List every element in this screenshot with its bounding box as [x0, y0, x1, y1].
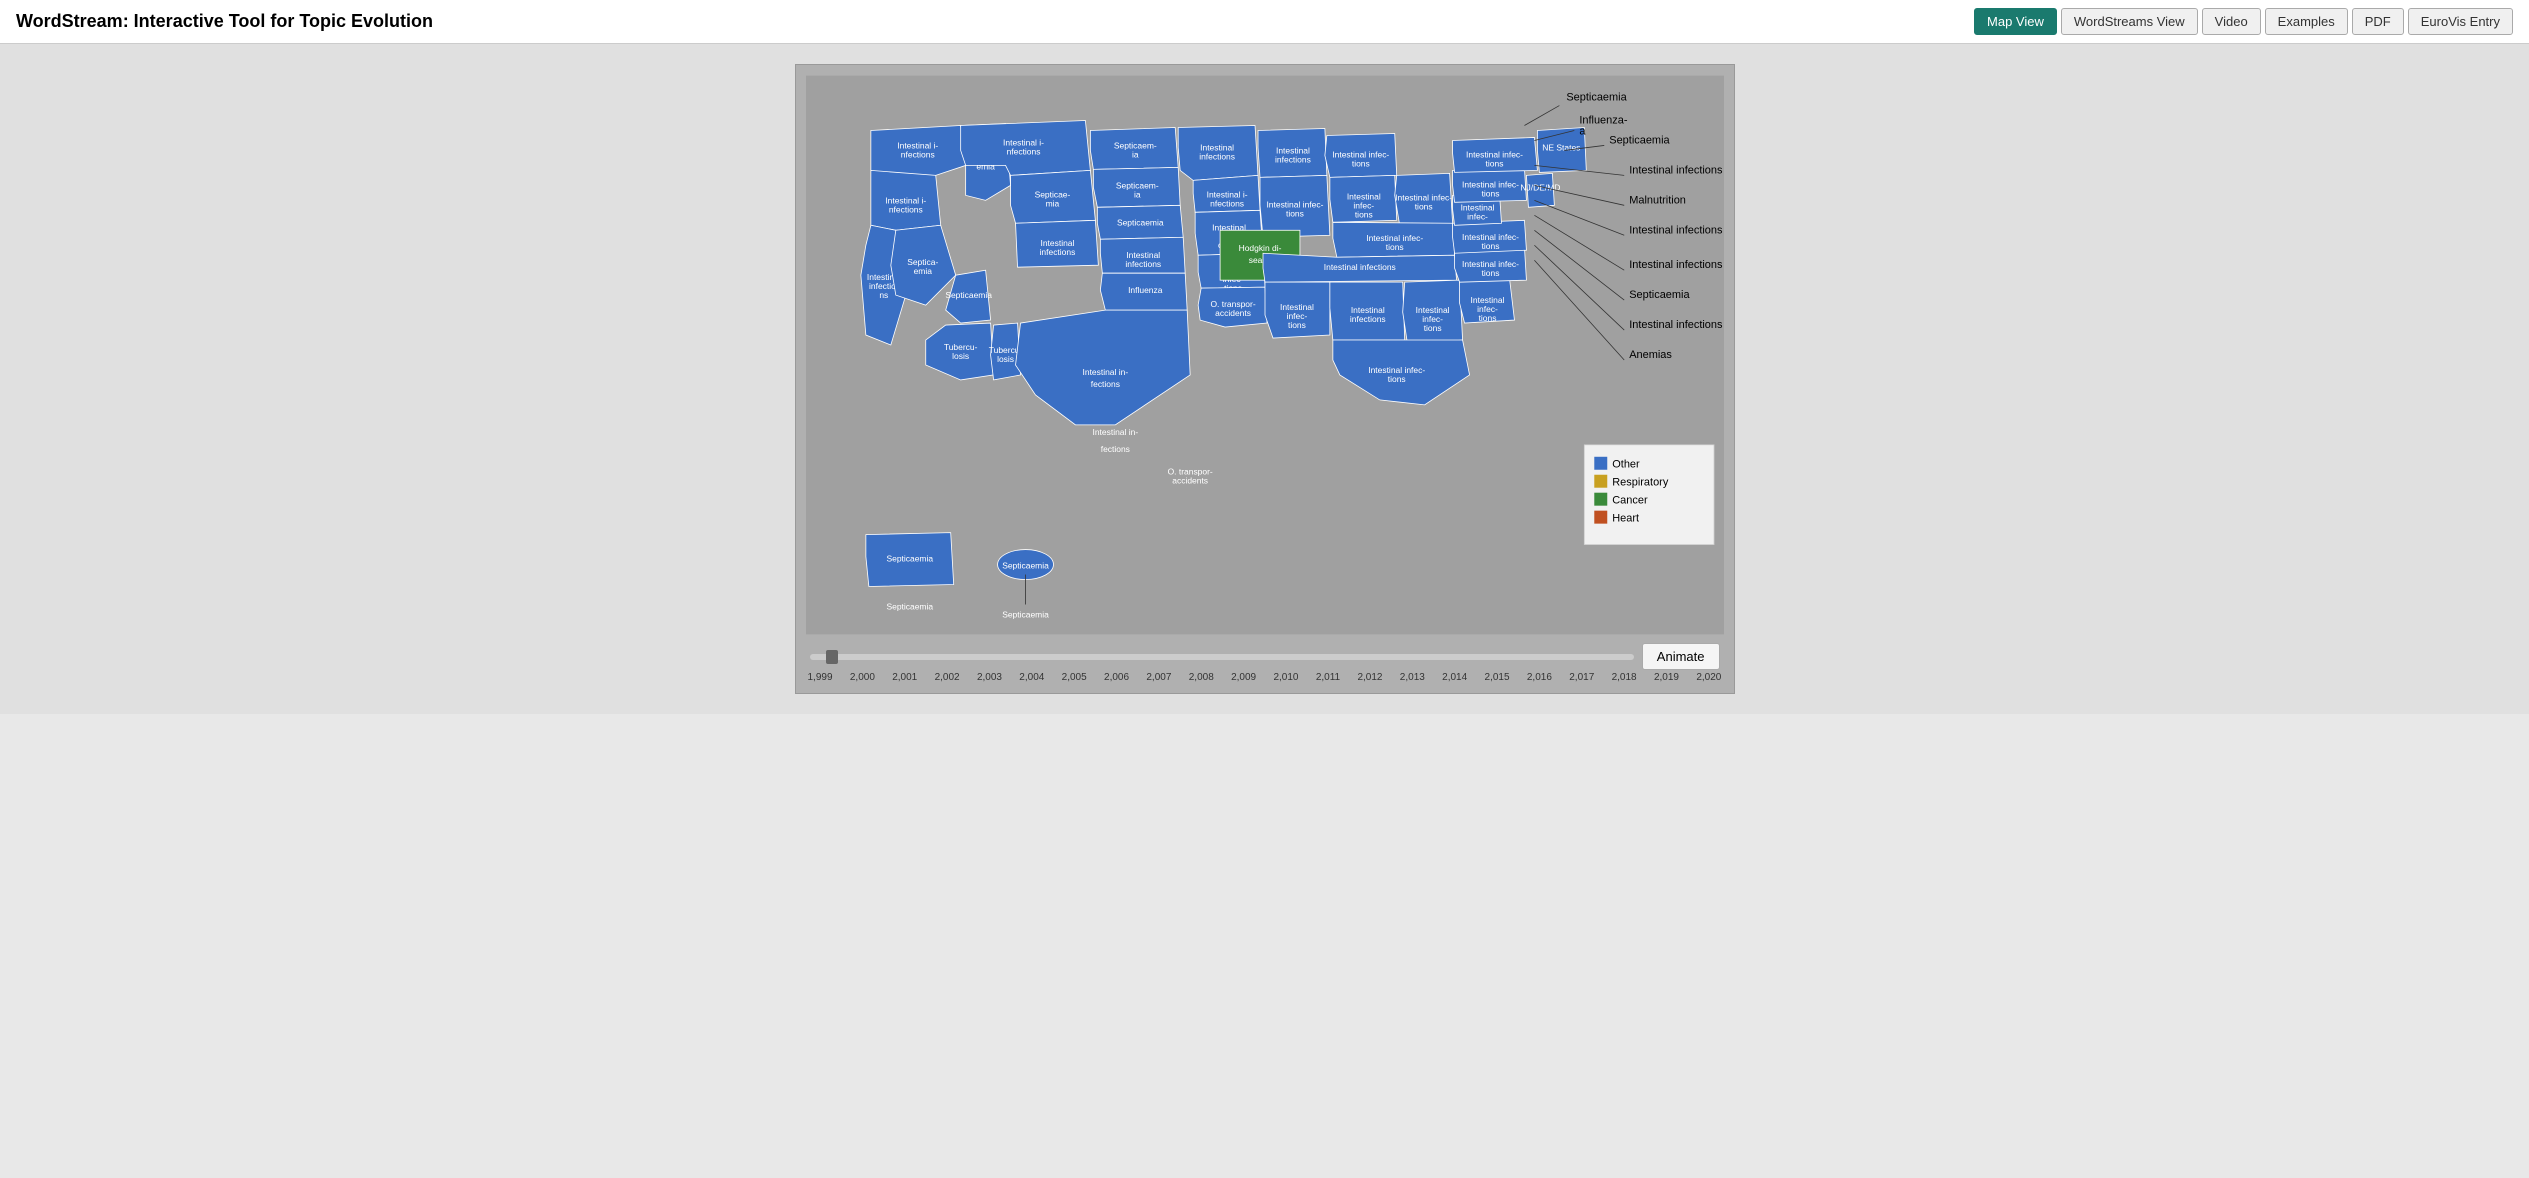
svg-text:Septicaemia: Septicaemia [1609, 134, 1670, 146]
year-label-6: 2,005 [1062, 672, 1087, 683]
year-label-8: 2,007 [1146, 672, 1171, 683]
svg-text:Intestinal infections: Intestinal infections [1629, 259, 1723, 271]
year-label-21: 2,020 [1696, 672, 1721, 683]
year-label-3: 2,002 [935, 672, 960, 683]
timeline-area: Animate [806, 643, 1724, 670]
nav-pdf[interactable]: PDF [2352, 8, 2404, 35]
svg-text:Influenza-: Influenza- [1579, 115, 1628, 127]
main-content: Intestinal i- nfections Intestinal i- nf… [0, 44, 2529, 714]
svg-text:Malnutrition: Malnutrition [1629, 194, 1686, 206]
nav-buttons: Map View WordStreams View Video Examples… [1974, 8, 2513, 35]
year-label-0: 1,999 [808, 672, 833, 683]
year-label-17: 2,016 [1527, 672, 1552, 683]
svg-text:Cancer: Cancer [1612, 495, 1648, 507]
nav-map-view[interactable]: Map View [1974, 8, 2057, 35]
year-label-18: 2,017 [1569, 672, 1594, 683]
us-map-svg: Intestinal i- nfections Intestinal i- nf… [806, 75, 1724, 635]
svg-text:Septicaemia: Septicaemia [1629, 289, 1690, 301]
page-title: WordStream: Interactive Tool for Topic E… [16, 11, 433, 32]
year-label-7: 2,006 [1104, 672, 1129, 683]
timeline-track[interactable] [810, 654, 1634, 660]
year-label-14: 2,013 [1400, 672, 1425, 683]
map-svg-area: Intestinal i- nfections Intestinal i- nf… [806, 75, 1724, 635]
map-container: Intestinal i- nfections Intestinal i- nf… [795, 64, 1735, 694]
year-label-11: 2,010 [1273, 672, 1298, 683]
year-label-9: 2,008 [1189, 672, 1214, 683]
svg-text:Heart: Heart [1612, 513, 1639, 525]
year-label-1: 2,000 [850, 672, 875, 683]
year-label-19: 2,018 [1612, 672, 1637, 683]
svg-text:Intestinal infections: Intestinal infections [1629, 164, 1723, 176]
svg-text:a: a [1579, 125, 1586, 137]
year-label-15: 2,014 [1442, 672, 1467, 683]
nav-eurovis-entry[interactable]: EuroVis Entry [2408, 8, 2513, 35]
year-label-2: 2,001 [892, 672, 917, 683]
timeline-labels: 1,999 2,000 2,001 2,002 2,003 2,004 2,00… [806, 672, 1724, 683]
nav-video[interactable]: Video [2202, 8, 2261, 35]
nav-examples[interactable]: Examples [2265, 8, 2348, 35]
year-label-10: 2,009 [1231, 672, 1256, 683]
svg-text:Intestinal infections: Intestinal infections [1629, 319, 1723, 331]
svg-text:Anemias: Anemias [1629, 349, 1672, 361]
svg-text:Intestinal infections: Intestinal infections [1629, 224, 1723, 236]
nav-wordstreams-view[interactable]: WordStreams View [2061, 8, 2198, 35]
header: WordStream: Interactive Tool for Topic E… [0, 0, 2529, 44]
animate-button[interactable]: Animate [1642, 643, 1720, 670]
year-label-4: 2,003 [977, 672, 1002, 683]
year-label-13: 2,012 [1357, 672, 1382, 683]
timeline-thumb[interactable] [826, 650, 838, 664]
svg-text:Respiratory: Respiratory [1612, 477, 1669, 489]
svg-text:Other: Other [1612, 459, 1640, 471]
year-label-16: 2,015 [1485, 672, 1510, 683]
year-label-5: 2,004 [1019, 672, 1044, 683]
year-label-20: 2,019 [1654, 672, 1679, 683]
svg-text:Septicaemia: Septicaemia [1566, 92, 1627, 104]
year-label-12: 2,011 [1316, 672, 1340, 683]
